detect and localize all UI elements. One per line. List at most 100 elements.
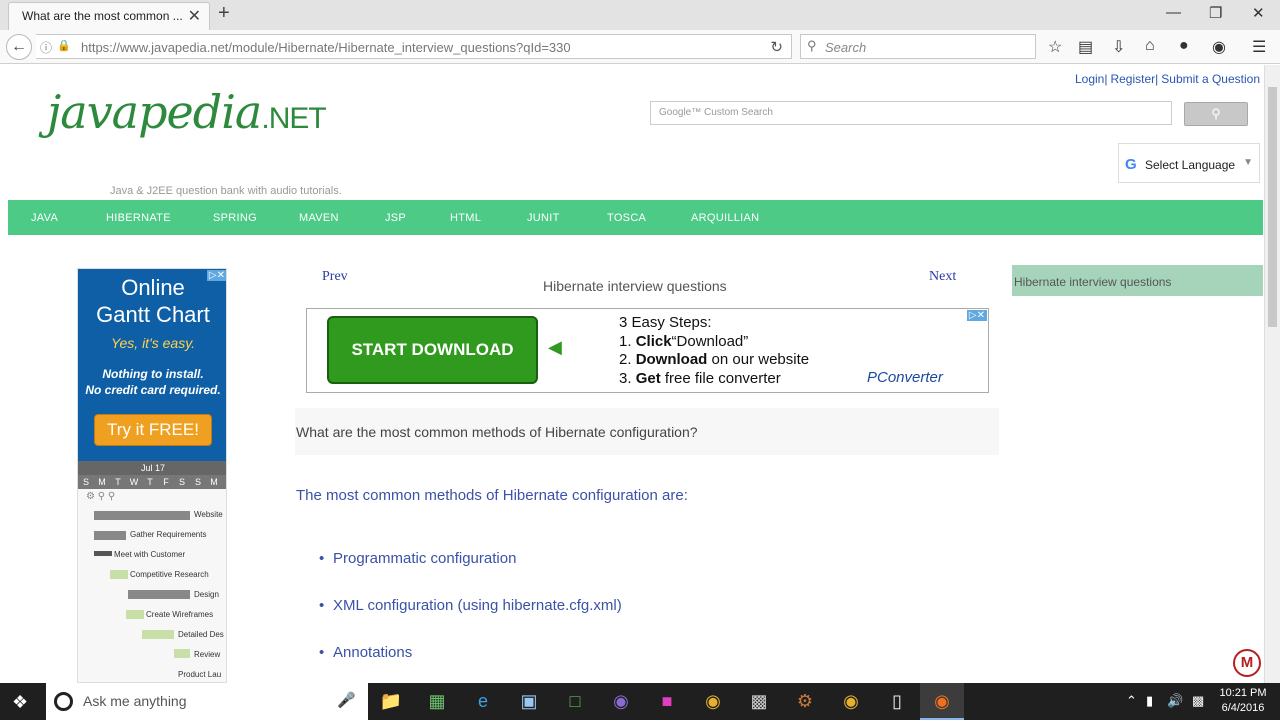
nav-tosca[interactable]: TOSCA bbox=[607, 212, 646, 224]
cortana-placeholder: Ask me anything bbox=[83, 693, 187, 709]
login-link[interactable]: Login| bbox=[1075, 72, 1107, 86]
adchoices-icon[interactable]: ▷✕ bbox=[206, 270, 226, 281]
url-bar[interactable]: ⓘ 🔒 https://www.javapedia.net/module/Hib… bbox=[36, 34, 792, 59]
search-icon: ⚲ bbox=[807, 38, 817, 53]
navigation-toolbar: ← ⓘ 🔒 https://www.javapedia.net/module/H… bbox=[0, 30, 1280, 64]
register-link[interactable]: Register| bbox=[1110, 72, 1158, 86]
tab-title: What are the most common ... bbox=[22, 9, 183, 23]
dropdown-arrow-icon: ▼ bbox=[1243, 157, 1253, 168]
nav-spring[interactable]: SPRING bbox=[213, 212, 257, 224]
scrollbar-thumb[interactable] bbox=[1268, 87, 1277, 327]
vertical-scrollbar[interactable] bbox=[1264, 65, 1280, 683]
active-tab[interactable]: What are the most common ... ✕ bbox=[8, 2, 210, 30]
chevron-up-icon[interactable]: ⌃ bbox=[1126, 693, 1137, 709]
download-ad[interactable]: START DOWNLOAD ◀ 3 Easy Steps: 1. Click“… bbox=[306, 308, 989, 393]
site-logo[interactable]: javapedia.NET bbox=[47, 85, 327, 139]
browser-search-input[interactable]: ⚲ Search bbox=[800, 34, 1036, 59]
cortana-search-input[interactable]: Ask me anything 🎤 bbox=[46, 683, 368, 720]
site-tagline: Java & J2EE question bank with audio tut… bbox=[110, 185, 342, 197]
gantt-days: SMTWTFSSM bbox=[78, 475, 226, 489]
try-free-button[interactable]: Try it FREE! bbox=[94, 414, 212, 446]
gantt-chart-ad[interactable]: Online Gantt Chart Yes, it's easy. Nothi… bbox=[77, 268, 227, 683]
file-explorer-icon[interactable]: 📁 bbox=[378, 689, 404, 713]
firefox-icon: ◉ bbox=[934, 691, 950, 711]
nav-html[interactable]: HTML bbox=[450, 212, 481, 224]
terminal-icon[interactable]: ▩ bbox=[746, 689, 772, 713]
ad-headline-2: Gantt Chart bbox=[96, 302, 210, 327]
gantt-milestone bbox=[94, 551, 112, 556]
google-search-button[interactable]: ⚲ bbox=[1184, 102, 1248, 126]
adchoices-icon[interactable]: ▷✕ bbox=[966, 310, 987, 321]
chat-icon[interactable]: ● bbox=[1179, 37, 1189, 55]
reading-list-icon[interactable]: ▤ bbox=[1078, 37, 1093, 57]
edge-browser-icon[interactable]: e bbox=[470, 689, 496, 713]
gantt-task: Product Lau bbox=[178, 670, 222, 679]
restore-icon[interactable]: ❐ bbox=[1209, 4, 1222, 22]
url-text[interactable]: https://www.javapedia.net/module/Hiberna… bbox=[81, 40, 571, 55]
ad-banner: Online Gantt Chart Yes, it's easy. Nothi… bbox=[78, 269, 226, 461]
cortana-icon bbox=[54, 692, 73, 711]
microphone-icon[interactable]: 🎤 bbox=[337, 691, 356, 709]
google-search-input[interactable]: Google™ Custom Search bbox=[650, 101, 1172, 125]
windows-start-icon[interactable]: ❖ bbox=[12, 692, 28, 713]
start-download-button[interactable]: START DOWNLOAD bbox=[327, 316, 538, 384]
battery-icon[interactable]: ▮ bbox=[1146, 693, 1153, 709]
ad-brand-logo: PConverter bbox=[867, 369, 943, 386]
chrome-icon[interactable]: ◉ bbox=[700, 689, 726, 713]
app-icon[interactable]: ▦ bbox=[424, 689, 450, 713]
sidebar-item-hibernate[interactable]: Hibernate interview questions bbox=[1012, 265, 1263, 296]
search-placeholder: Search bbox=[825, 40, 867, 55]
nav-maven[interactable]: MAVEN bbox=[299, 212, 339, 224]
main-nav: JAVA HIBERNATE SPRING MAVEN JSP HTML JUN… bbox=[8, 200, 1263, 235]
volume-icon[interactable]: 🔊 bbox=[1167, 693, 1183, 709]
app-icon[interactable]: ⚙ bbox=[792, 689, 818, 713]
reload-icon[interactable]: ↻ bbox=[770, 38, 783, 56]
app-icon[interactable]: ■ bbox=[654, 689, 680, 713]
language-select[interactable]: G Select Language ▼ bbox=[1118, 143, 1260, 183]
notepad-icon[interactable]: ▯ bbox=[884, 689, 910, 713]
notifications-icon[interactable]: ▩ bbox=[1192, 693, 1204, 709]
new-tab-button[interactable]: + bbox=[218, 2, 230, 25]
question-box: What are the most common methods of Hibe… bbox=[295, 408, 999, 455]
pocket-icon[interactable]: ◉ bbox=[1212, 37, 1226, 57]
chrome-icon[interactable]: ◉ bbox=[838, 689, 864, 713]
menu-icon[interactable]: ☰ bbox=[1252, 37, 1266, 57]
nav-java[interactable]: JAVA bbox=[31, 212, 58, 224]
home-icon[interactable]: ⌂ bbox=[1145, 37, 1155, 55]
section-title: Hibernate interview questions bbox=[543, 278, 727, 294]
answer-intro: The most common methods of Hibernate con… bbox=[296, 487, 688, 504]
web-page: Login| Register| Submit a Question javaped… bbox=[0, 65, 1264, 683]
nav-jsp[interactable]: JSP bbox=[385, 212, 406, 224]
app-icon[interactable]: ▣ bbox=[516, 689, 542, 713]
submit-question-link[interactable]: Submit a Question bbox=[1161, 72, 1260, 86]
prev-link[interactable]: Prev bbox=[322, 269, 348, 285]
close-tab-icon[interactable]: ✕ bbox=[188, 6, 201, 26]
nav-hibernate[interactable]: HIBERNATE bbox=[106, 212, 171, 224]
minimize-icon[interactable]: — bbox=[1166, 4, 1181, 21]
bookmark-star-icon[interactable]: ☆ bbox=[1048, 37, 1062, 57]
tab-strip: What are the most common ... ✕ + — ❐ ✕ bbox=[0, 0, 1280, 30]
windows-taskbar: ❖ Ask me anything 🎤 📁 ▦ e ▣ □ ◉ ■ ◉ ▩ ⚙ … bbox=[0, 683, 1280, 720]
gantt-bar bbox=[110, 570, 128, 579]
firefox-taskbar-button[interactable]: ◉ bbox=[920, 683, 964, 720]
gantt-bar bbox=[126, 610, 144, 619]
nav-junit[interactable]: JUNIT bbox=[527, 212, 560, 224]
eclipse-icon[interactable]: ◉ bbox=[608, 689, 634, 713]
mcafee-icon[interactable]: M bbox=[1233, 649, 1261, 677]
search-icon: ⚲ bbox=[1211, 106, 1221, 121]
download-icon[interactable]: ⇩ bbox=[1112, 37, 1125, 57]
lock-icon[interactable]: 🔒 bbox=[57, 39, 71, 52]
gantt-task: Competitive Research bbox=[130, 570, 209, 579]
google-search-placeholder: Google™ Custom Search bbox=[659, 107, 773, 118]
info-icon[interactable]: ⓘ bbox=[40, 39, 52, 56]
gantt-task: Review bbox=[194, 650, 221, 659]
nav-arquillian[interactable]: ARQUILLIAN bbox=[691, 212, 759, 224]
system-clock[interactable]: 10:21 PM 6/4/2016 bbox=[1216, 686, 1270, 716]
next-link[interactable]: Next bbox=[929, 269, 956, 285]
back-button[interactable]: ← bbox=[6, 34, 32, 60]
app-icon[interactable]: □ bbox=[562, 689, 588, 713]
window-close-icon[interactable]: ✕ bbox=[1252, 4, 1265, 22]
gantt-task: Detailed Des bbox=[178, 630, 224, 639]
google-translate-icon: G bbox=[1125, 156, 1137, 173]
gantt-preview: Jul 17 SMTWTFSSM ⚙ ⚲ ⚲ Website Gather Re… bbox=[78, 461, 226, 682]
